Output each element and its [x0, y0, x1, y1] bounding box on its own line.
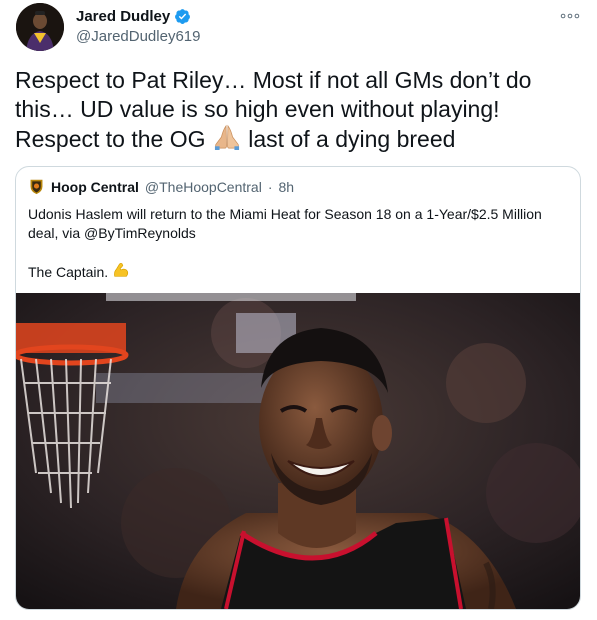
quoted-tweet-text: Udonis Haslem will return to the Miami H…	[28, 206, 546, 241]
quoted-caption: The Captain.	[28, 263, 109, 280]
author-avatar[interactable]	[16, 3, 64, 51]
quoted-handle[interactable]: @TheHoopCentral	[145, 179, 262, 195]
quoted-caption-row: The Captain.	[28, 261, 130, 282]
quoted-tweet[interactable]: Hoop Central @TheHoopCentral · 8h Udonis…	[15, 166, 581, 610]
quoted-display-name[interactable]: Hoop Central	[51, 179, 139, 195]
author-handle[interactable]: @JaredDudley619	[76, 28, 200, 45]
author-display-name[interactable]: Jared Dudley	[76, 8, 170, 25]
author-name-row: Jared Dudley	[76, 8, 191, 25]
quoted-separator: ·	[267, 178, 273, 195]
folded-hands-icon	[212, 124, 242, 157]
hoop-central-logo-icon[interactable]	[28, 178, 45, 195]
quoted-timestamp[interactable]: 8h	[279, 179, 295, 195]
smiling-basketball-player-photo[interactable]	[16, 293, 580, 609]
quoted-tweet-header: Hoop Central @TheHoopCentral · 8h	[28, 178, 294, 195]
verified-badge-icon	[174, 8, 191, 25]
tweet-text-tail: last of a dying breed	[241, 126, 456, 152]
tweet-card: Jared Dudley @JaredDudley619 Respect to …	[0, 0, 597, 620]
tweet-body: Respect to Pat Riley… Most if not all GM…	[15, 66, 580, 157]
more-options-icon[interactable]	[557, 6, 583, 26]
flexed-biceps-icon	[112, 261, 130, 282]
